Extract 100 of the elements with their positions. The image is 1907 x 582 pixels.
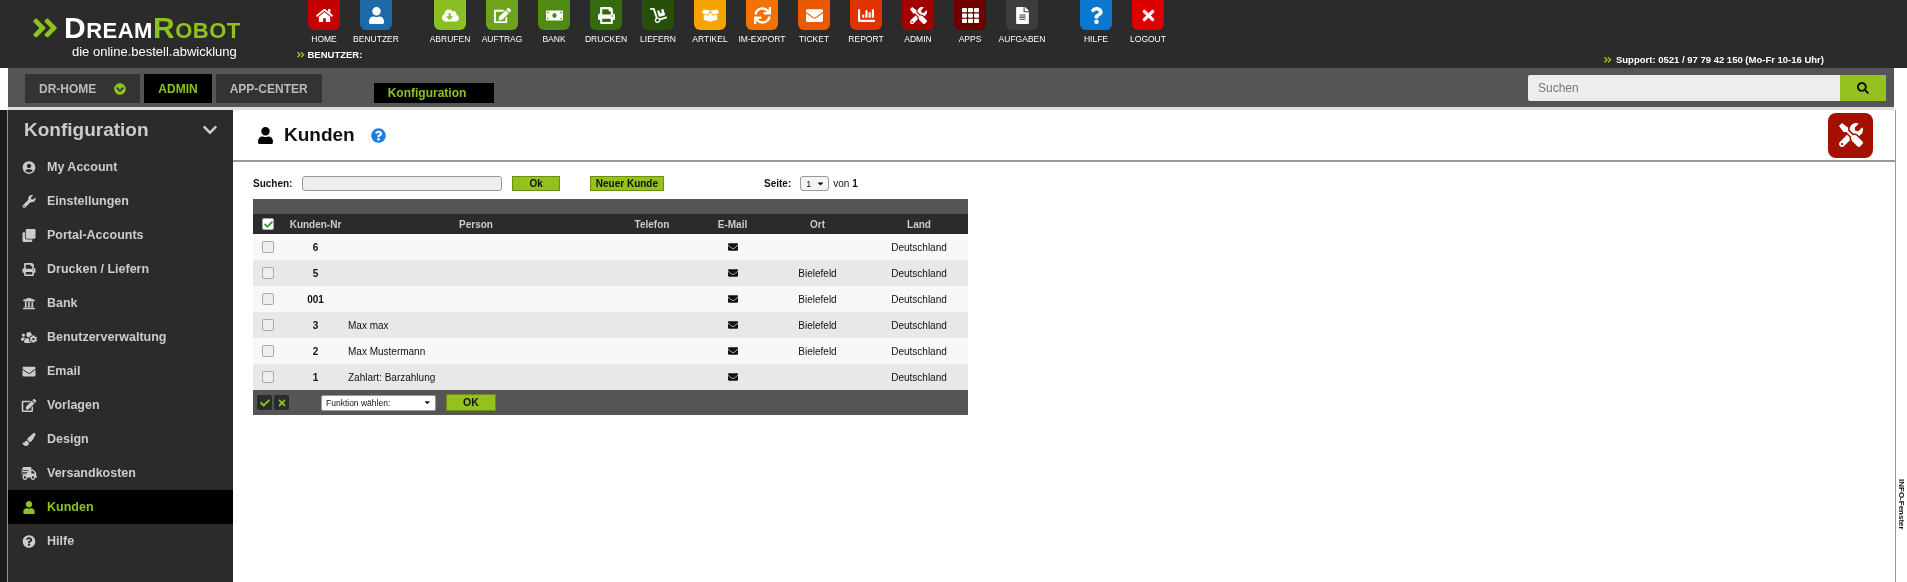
help-icon[interactable] <box>370 127 386 143</box>
toolbar-button[interactable]: ADMIN <box>894 0 942 44</box>
sub-tab[interactable]: Konfiguration <box>373 83 494 103</box>
column-header: Telefon <box>633 218 671 230</box>
table-cell-text: Bielefeld <box>797 267 838 279</box>
uncheck-all-button[interactable] <box>274 395 289 410</box>
toolbar-button[interactable]: HILFE <box>1072 0 1120 44</box>
sidebar-item[interactable]: Bank <box>8 286 233 320</box>
users-gear-icon <box>21 330 37 344</box>
sidebar-item[interactable]: Einstellungen <box>8 184 233 218</box>
toolbar-button[interactable]: BENUTZER <box>352 0 400 44</box>
table-cell-text: 001 <box>306 293 325 305</box>
envelope-icon[interactable] <box>727 242 738 252</box>
select-all-checkbox[interactable] <box>262 218 274 230</box>
sidebar-item[interactable]: Kunden <box>8 490 233 524</box>
help-icon <box>21 534 37 548</box>
row-checkbox[interactable] <box>262 345 274 357</box>
envelope-icon[interactable] <box>727 268 738 278</box>
table-cell-text: 3 <box>311 319 320 331</box>
cross-icon <box>276 397 287 408</box>
search-field[interactable]: Suchen <box>1528 74 1840 101</box>
envelope-icon <box>21 364 37 378</box>
table-cell-text: 1 <box>311 371 320 383</box>
table-cell-text: Deutschland <box>890 267 948 279</box>
sidebar-item[interactable]: My Account <box>8 150 233 184</box>
toolbar-button[interactable]: LIEFERN <box>634 0 682 44</box>
table-cell-text: Bielefeld <box>797 345 838 357</box>
toolbar-button[interactable]: BANK <box>530 0 578 44</box>
page-select[interactable]: 1 <box>800 176 830 191</box>
toolbar-button[interactable]: APPS <box>946 0 994 44</box>
ok-button[interactable]: OK <box>446 394 496 411</box>
check-all-button[interactable] <box>257 395 272 410</box>
caret-icon <box>422 398 431 407</box>
nav-tab[interactable]: DR-HOME <box>25 74 141 103</box>
sidebar-item[interactable]: Design <box>8 422 233 456</box>
dropdown-icon <box>114 82 127 95</box>
sidebar-item[interactable]: Portal-Accounts <box>8 218 233 252</box>
table-cell-text: 2 <box>311 345 320 357</box>
chevron-icon <box>296 49 306 60</box>
new-customer-button[interactable]: Neuer Kunde <box>589 176 665 191</box>
search-button[interactable] <box>1840 74 1886 101</box>
nav-tab[interactable]: ADMIN <box>144 74 212 103</box>
page-title: Kunden <box>284 124 355 146</box>
table-cell-text: Deutschland <box>890 345 948 357</box>
table-cell-text: Deutschland <box>890 319 948 331</box>
wrench-icon <box>21 194 37 208</box>
search-icon <box>1857 81 1869 94</box>
page-count: von 1 <box>833 178 858 189</box>
sidebar-item[interactable]: Drucken / Liefern <box>8 252 233 286</box>
sidebar-title: Konfiguration <box>24 119 149 141</box>
sidebar-item[interactable]: Email <box>8 354 233 388</box>
user-label: BENUTZER: <box>307 49 363 60</box>
table-cell-text: Deutschland <box>890 241 948 253</box>
table-cell-text: Deutschland <box>890 371 948 383</box>
toolbar-button[interactable]: REPORT <box>842 0 890 44</box>
sidebar-item[interactable]: Hilfe <box>8 524 233 558</box>
toolbar-button[interactable]: TICKET <box>790 0 838 44</box>
printer-icon <box>21 262 37 276</box>
tools-icon <box>1828 112 1873 158</box>
toolbar-button[interactable]: HOME <box>300 0 348 44</box>
nav-tab[interactable]: APP-CENTER <box>215 74 322 103</box>
sidebar-item[interactable]: Versandkosten <box>8 456 233 490</box>
chevron-icon <box>1603 54 1613 65</box>
logo-tagline: die online.bestell.abwicklung <box>72 44 238 59</box>
info-panel-label: INFO-Fenster <box>1897 479 1906 530</box>
toolbar-button[interactable]: AUFTRAG <box>478 0 526 44</box>
sidebar-item[interactable]: Benutzerverwaltung <box>8 320 233 354</box>
brush-icon <box>21 432 37 446</box>
column-header: Kunden-Nr <box>288 218 343 230</box>
toolbar-button[interactable]: DRUCKEN <box>582 0 630 44</box>
truck-icon <box>21 466 37 480</box>
caret-icon <box>816 179 826 188</box>
user-icon <box>257 126 274 144</box>
edit-icon <box>21 398 37 412</box>
envelope-icon[interactable] <box>727 294 738 304</box>
row-checkbox[interactable] <box>262 371 274 383</box>
toolbar-button[interactable]: LOGOUT <box>1124 0 1172 44</box>
envelope-icon[interactable] <box>727 320 738 330</box>
toolbar-button[interactable]: ARTIKEL <box>686 0 734 44</box>
row-checkbox[interactable] <box>262 293 274 305</box>
account-icon <box>21 160 37 174</box>
logo-wordmark: DREAMROBOT <box>64 13 241 43</box>
toolbar-button[interactable]: ABRUFEN <box>426 0 474 44</box>
function-select[interactable]: Funktion wählen: <box>321 394 436 411</box>
sidebar-item[interactable]: Vorlagen <box>8 388 233 422</box>
column-header: Ort <box>809 218 826 230</box>
envelope-icon[interactable] <box>727 346 738 356</box>
row-checkbox[interactable] <box>262 267 274 279</box>
toolbar-button[interactable]: IM-EXPORT <box>738 0 786 44</box>
table-cell-text: 5 <box>311 267 320 279</box>
user-icon <box>21 500 37 514</box>
check-icon <box>259 397 270 408</box>
table-cell-text: Bielefeld <box>797 293 838 305</box>
row-checkbox[interactable] <box>262 319 274 331</box>
envelope-icon[interactable] <box>727 372 738 382</box>
search-field[interactable] <box>302 176 503 191</box>
ok-button[interactable]: Ok <box>512 176 560 191</box>
toolbar-button[interactable]: AUFGABEN <box>998 0 1046 44</box>
row-checkbox[interactable] <box>262 241 274 253</box>
page-label: Seite: <box>764 178 792 189</box>
